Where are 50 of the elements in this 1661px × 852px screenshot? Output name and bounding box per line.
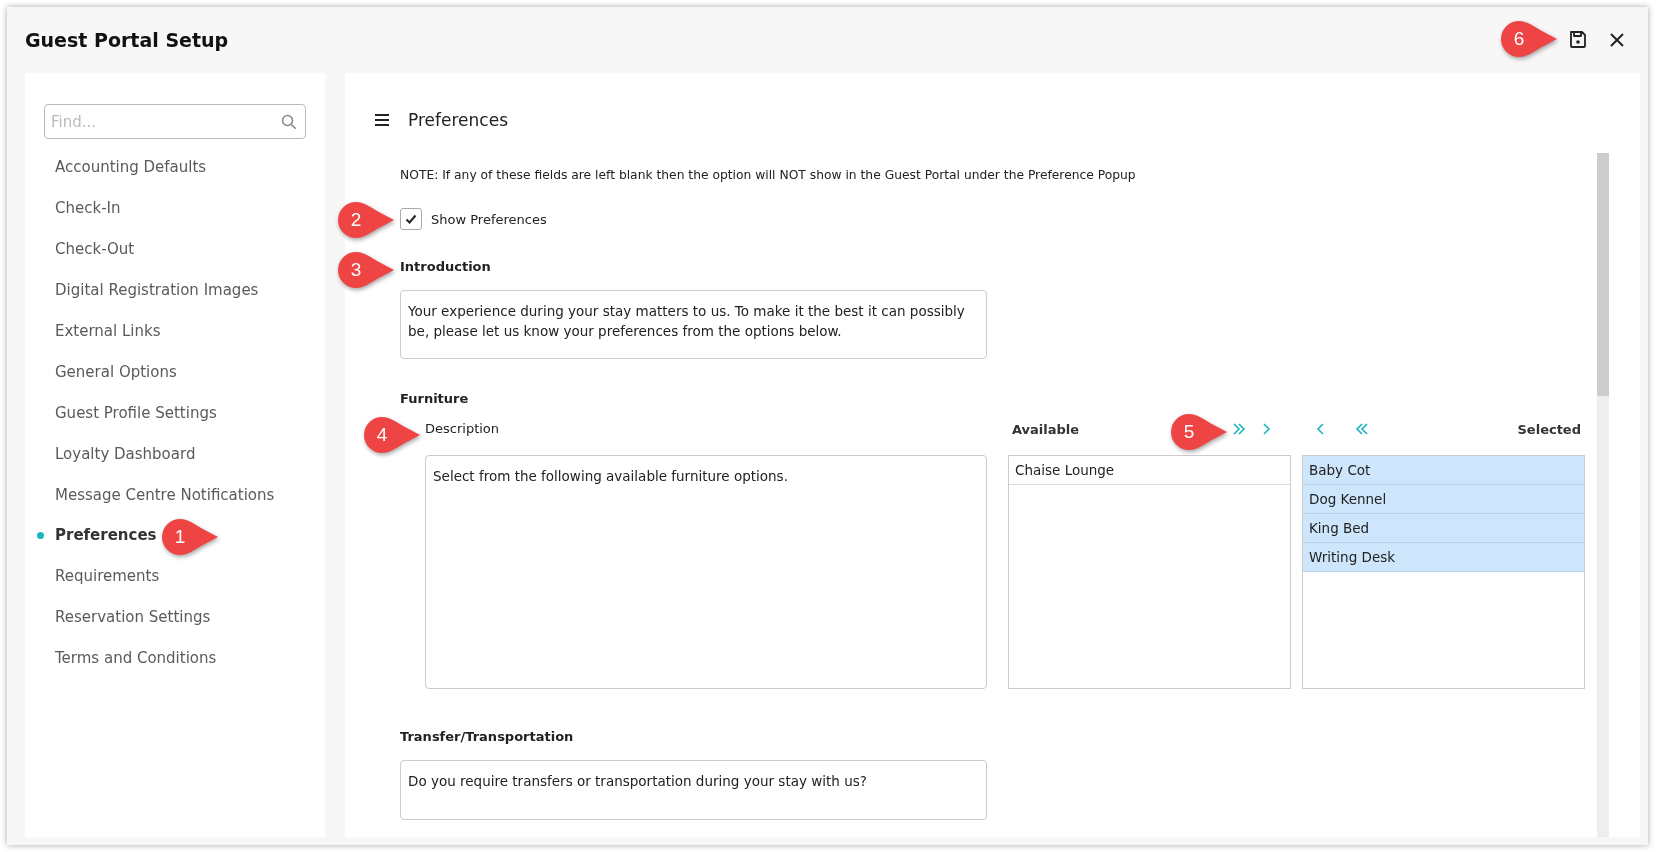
list-label: Available: [1011, 421, 1081, 437]
callout-marker: 5: [1170, 413, 1228, 451]
menu-icon[interactable]: [374, 113, 390, 127]
callout-marker: 2: [337, 201, 395, 239]
checkbox[interactable]: [400, 208, 422, 230]
sidebar-item[interactable]: General Options: [25, 351, 177, 393]
text-area[interactable]: Select from the following available furniture options.: [425, 455, 987, 689]
list-item[interactable]: King Bed: [1303, 514, 1584, 543]
note-text: NOTE: If any of these fields are left blank then the option will NOT show in the Guest Portal under the Preference Popup: [400, 167, 1137, 183]
floppy-disk-icon: [1568, 30, 1588, 50]
sidebar-item[interactable]: Check-Out: [25, 228, 135, 270]
double-chevron-left-icon: [1354, 422, 1370, 436]
list-item[interactable]: Dog Kennel: [1303, 485, 1584, 514]
scrollbar-thumb[interactable]: [1597, 153, 1609, 396]
field-label: Transfer/Transportation: [400, 729, 575, 745]
sidebar-item[interactable]: Terms and Conditions: [25, 637, 217, 679]
close-icon: [1608, 31, 1626, 49]
sidebar-item[interactable]: External Links: [25, 310, 161, 352]
search-field[interactable]: Find...: [44, 104, 306, 139]
checkbox-label: Show Preferences: [431, 211, 547, 227]
field-label: Furniture: [400, 391, 470, 407]
sidebar-item[interactable]: Requirements: [25, 555, 160, 597]
field-label: Description: [425, 420, 501, 438]
sidebar-item[interactable]: Digital Registration Images: [25, 269, 259, 311]
chevron-right-icon: [1261, 422, 1272, 436]
checkmark-icon: [405, 214, 417, 224]
text-area[interactable]: Do you require transfers or transportation during your stay with us?: [400, 760, 987, 820]
sidebar-item[interactable]: Check-In: [25, 187, 121, 229]
active-dot-icon: [37, 532, 44, 539]
sidebar-item[interactable]: Accounting Defaults: [25, 147, 207, 188]
sidebar-item[interactable]: Message Centre Notifications: [25, 474, 275, 515]
sidebar-item[interactable]: Reservation Settings: [25, 596, 211, 638]
list-item[interactable]: Baby Cot: [1303, 456, 1584, 485]
field-label: Introduction: [400, 259, 492, 275]
callout-marker: 1: [161, 518, 219, 556]
chevron-left-icon: [1315, 422, 1326, 436]
callout-marker: 6: [1500, 20, 1558, 58]
callout-marker: 4: [363, 416, 421, 454]
sidebar-item[interactable]: Loyalty Dashboard: [25, 433, 196, 475]
list-item[interactable]: Chaise Lounge: [1009, 456, 1290, 485]
text-area[interactable]: Your experience during your stay matters to us. To make it the best it can possibly be, please let us know your preferences from the options below.: [400, 290, 987, 359]
window-title: Guest Portal Setup: [25, 29, 229, 51]
list-label: Selected: [1516, 421, 1582, 437]
sidebar-item[interactable]: Guest Profile Settings: [25, 392, 217, 434]
callout-marker: 3: [337, 251, 395, 289]
sidebar-item[interactable]: Preferences: [25, 515, 157, 556]
double-chevron-right-icon: [1231, 422, 1247, 436]
list-item[interactable]: Writing Desk: [1303, 543, 1584, 572]
search-icon: [281, 114, 297, 130]
section-title: Preferences: [408, 110, 508, 130]
